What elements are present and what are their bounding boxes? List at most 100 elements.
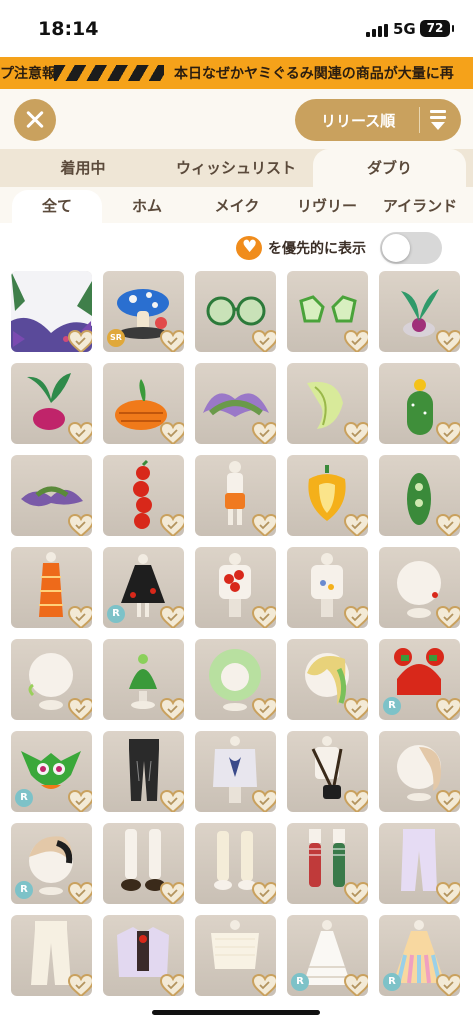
wishlist-heart-icon[interactable] [344, 514, 368, 536]
item-cell-white-top-pins[interactable] [287, 547, 368, 628]
wishlist-heart-icon[interactable] [160, 882, 184, 904]
item-cell-yellow-pepper[interactable] [287, 455, 368, 536]
close-icon[interactable] [14, 99, 56, 141]
item-cell-graphic-tee[interactable] [195, 731, 276, 812]
tab-wishlist[interactable]: ウィッシュリスト [160, 149, 312, 187]
item-cell-cream-pants[interactable] [11, 915, 92, 996]
wishlist-heart-icon[interactable] [68, 606, 92, 628]
wishlist-heart-icon[interactable] [252, 974, 276, 996]
item-cell-mushroom[interactable]: SR [103, 271, 184, 352]
wishlist-heart-icon[interactable] [344, 330, 368, 352]
wishlist-heart-icon[interactable] [436, 606, 460, 628]
item-cell-glasses-round[interactable] [195, 271, 276, 352]
item-cell-beige-hair[interactable] [379, 731, 460, 812]
wishlist-heart-icon[interactable] [436, 882, 460, 904]
item-cell-cream-socks[interactable] [195, 823, 276, 904]
wishlist-heart-icon[interactable] [68, 330, 92, 352]
item-cell-beet[interactable] [11, 363, 92, 444]
wishlist-heart-icon[interactable] [436, 330, 460, 352]
item-cell-tomato-chain[interactable] [103, 455, 184, 536]
item-cell-jungle[interactable] [11, 271, 92, 352]
wishlist-heart-icon[interactable] [344, 882, 368, 904]
tab-wearing[interactable]: 着用中 [8, 149, 158, 187]
item-cell-cabbage-leaf[interactable] [287, 363, 368, 444]
priority-label: を優先的に表示 [268, 241, 366, 257]
item-cell-black-dress[interactable]: R [103, 547, 184, 628]
wishlist-heart-icon[interactable] [68, 514, 92, 536]
tab-duplicates[interactable]: ダブり [313, 149, 466, 187]
item-cell-sprout-hat[interactable] [103, 639, 184, 720]
item-cell-lace-dress[interactable]: R [287, 915, 368, 996]
item-cell-green-gremlin[interactable]: R [11, 731, 92, 812]
network-label: 5G [393, 20, 416, 38]
wishlist-heart-icon[interactable] [344, 606, 368, 628]
wishlist-heart-icon[interactable] [252, 882, 276, 904]
item-cell-carrot[interactable] [103, 363, 184, 444]
wishlist-heart-icon[interactable] [344, 974, 368, 996]
wishlist-heart-icon[interactable] [68, 790, 92, 812]
wishlist-heart-icon[interactable] [68, 698, 92, 720]
item-cell-orange-dress[interactable] [11, 547, 92, 628]
wishlist-heart-icon[interactable] [68, 974, 92, 996]
wishlist-heart-icon[interactable] [344, 422, 368, 444]
item-cell-black-bag[interactable] [287, 731, 368, 812]
item-cell-lettuce-hair[interactable] [195, 639, 276, 720]
wishlist-heart-icon[interactable] [344, 698, 368, 720]
item-cell-white-socks-shoes[interactable] [103, 823, 184, 904]
wishlist-heart-icon[interactable] [160, 698, 184, 720]
item-cell-cream-sweater[interactable] [195, 915, 276, 996]
item-cell-green-pod[interactable] [379, 455, 460, 536]
item-cell-purple-sprout[interactable] [11, 455, 92, 536]
item-cell-purple-leaves[interactable] [195, 363, 276, 444]
rarity-badge: SR [107, 329, 125, 347]
home-indicator[interactable] [152, 1010, 320, 1015]
wishlist-heart-icon[interactable] [160, 514, 184, 536]
news-ticker[interactable]: プ注意報 本日なぜかヤミぐるみ関連の商品が大量に再 [0, 57, 473, 89]
priority-toggle[interactable] [380, 232, 442, 264]
item-cell-head-hair-clip[interactable] [379, 547, 460, 628]
wishlist-heart-icon[interactable] [436, 974, 460, 996]
wishlist-heart-icon[interactable] [252, 606, 276, 628]
wishlist-heart-icon[interactable] [160, 790, 184, 812]
wishlist-heart-icon[interactable] [160, 330, 184, 352]
status-time: 18:14 [38, 18, 99, 40]
subtab-home[interactable]: ホム [104, 190, 190, 223]
wishlist-heart-icon[interactable] [252, 790, 276, 812]
item-cell-cactus[interactable] [379, 363, 460, 444]
wishlist-heart-icon[interactable] [252, 422, 276, 444]
item-cell-rainbow-dress[interactable]: R [379, 915, 460, 996]
item-cell-blond-green-hair[interactable] [287, 639, 368, 720]
wishlist-heart-icon[interactable] [160, 606, 184, 628]
wishlist-heart-icon[interactable] [344, 790, 368, 812]
item-cell-black-pants[interactable] [103, 731, 184, 812]
item-cell-glasses-flower[interactable] [287, 271, 368, 352]
rarity-badge: R [291, 973, 309, 991]
battery-icon: 72 [420, 20, 454, 37]
wishlist-heart-icon[interactable] [160, 422, 184, 444]
item-cell-beige-black-hair[interactable]: R [11, 823, 92, 904]
wishlist-heart-icon[interactable] [68, 882, 92, 904]
subtab-livly[interactable]: リヴリー [284, 190, 370, 223]
wishlist-heart-icon[interactable] [252, 514, 276, 536]
item-cell-tomato-top[interactable] [195, 547, 276, 628]
subtab-makeup[interactable]: メイク [192, 190, 282, 223]
wishlist-heart-icon[interactable] [68, 422, 92, 444]
wishlist-heart-icon[interactable] [160, 974, 184, 996]
item-cell-orange-shorts-outfit[interactable] [195, 455, 276, 536]
wishlist-heart-icon[interactable] [252, 330, 276, 352]
item-cell-head-green-ears[interactable] [11, 639, 92, 720]
item-cell-lavender-pants[interactable] [379, 823, 460, 904]
subtab-all[interactable]: 全て [12, 190, 102, 223]
item-cell-turnip-plant[interactable] [379, 271, 460, 352]
item-cell-red-bun-hair[interactable]: R [379, 639, 460, 720]
sort-divider [419, 107, 420, 133]
sort-button[interactable]: リリース順 [295, 99, 461, 141]
item-cell-red-green-socks[interactable] [287, 823, 368, 904]
item-cell-lilac-jacket[interactable] [103, 915, 184, 996]
subtab-island[interactable]: アイランド [370, 190, 470, 223]
wishlist-heart-icon[interactable] [436, 514, 460, 536]
wishlist-heart-icon[interactable] [436, 790, 460, 812]
wishlist-heart-icon[interactable] [436, 422, 460, 444]
wishlist-heart-icon[interactable] [252, 698, 276, 720]
wishlist-heart-icon[interactable] [436, 698, 460, 720]
